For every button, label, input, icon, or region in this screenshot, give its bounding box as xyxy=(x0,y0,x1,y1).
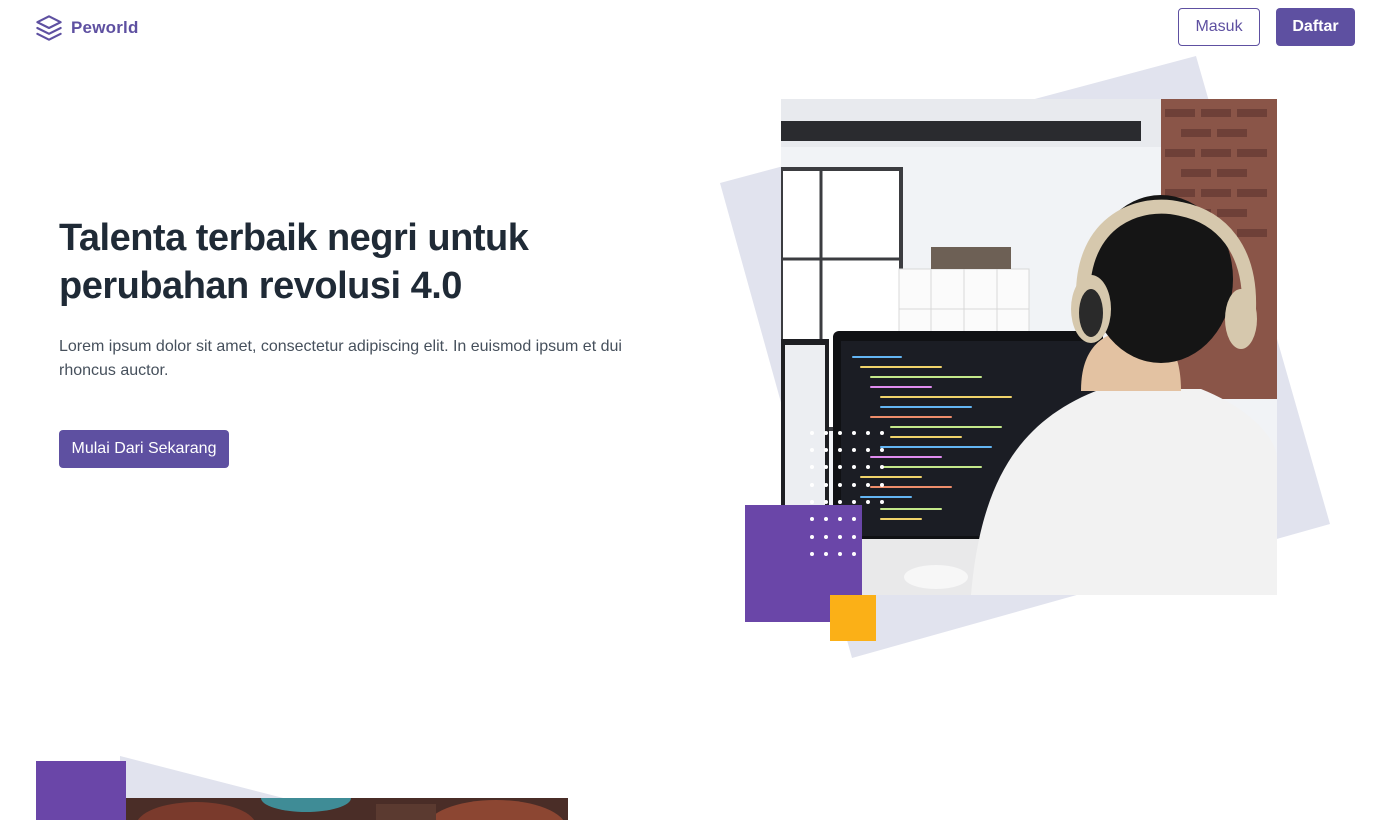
section-backdrop-shape xyxy=(120,756,330,820)
section-image xyxy=(126,798,568,820)
landing-page: Peworld Masuk Daftar Talenta terbaik neg… xyxy=(0,0,1383,820)
section-purple-accent xyxy=(36,761,126,820)
